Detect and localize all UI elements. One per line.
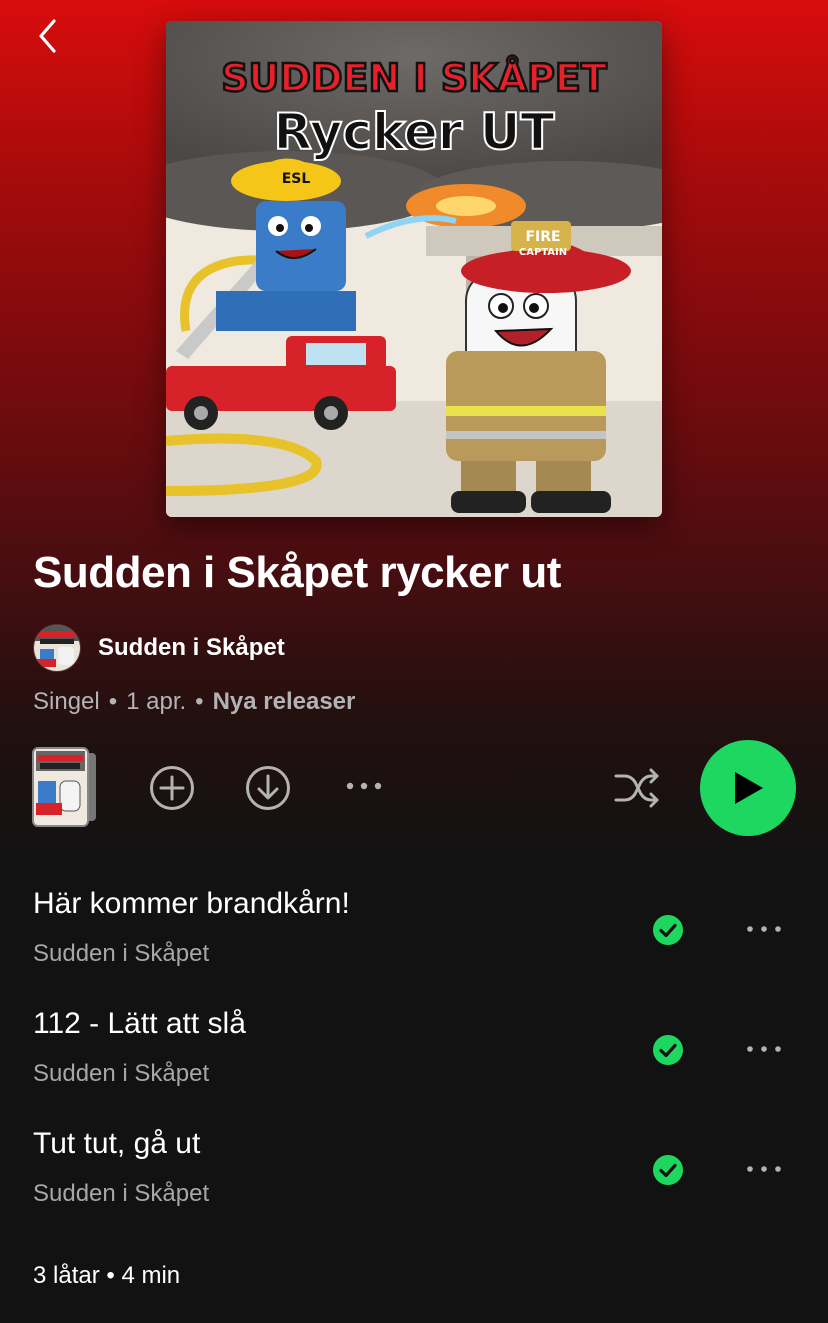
svg-text:Rycker UT: Rycker UT — [273, 103, 554, 161]
track-row[interactable]: 112 - Lätt att slå Sudden i Skåpet — [0, 1007, 828, 1117]
track-artist: Sudden i Skåpet — [33, 940, 210, 967]
plus-circle-icon — [150, 766, 194, 810]
artist-avatar — [33, 624, 81, 672]
track-row[interactable]: Tut tut, gå ut Sudden i Skåpet — [0, 1127, 828, 1237]
meta-separator: • — [108, 688, 118, 715]
track-artist: Sudden i Skåpet — [33, 1180, 210, 1207]
download-circle-icon — [246, 766, 290, 810]
release-type: Singel — [33, 688, 100, 715]
track-title: 112 - Lätt att slå — [33, 1007, 246, 1040]
release-date: 1 apr. — [126, 688, 187, 715]
action-bar — [0, 740, 828, 836]
track-more-button[interactable] — [736, 1029, 792, 1069]
more-horizontal-icon — [747, 1046, 781, 1052]
track-row[interactable]: Här kommer brandkårn! Sudden i Skåpet — [0, 887, 828, 997]
add-to-library-button[interactable] — [146, 762, 198, 814]
album-summary: 3 låtar • 4 min — [33, 1262, 181, 1289]
preview-cover-button[interactable] — [32, 747, 98, 827]
play-icon — [735, 772, 763, 804]
more-horizontal-icon — [747, 1166, 781, 1172]
more-horizontal-icon — [346, 782, 382, 790]
chevron-left-icon — [39, 19, 56, 53]
more-horizontal-icon — [747, 926, 781, 932]
album-title: Sudden i Skåpet rycker ut — [33, 548, 561, 597]
release-label[interactable]: Nya releaser — [213, 688, 356, 716]
track-more-button[interactable] — [736, 1149, 792, 1189]
svg-text:SUDDEN I SKÅPET: SUDDEN I SKÅPET — [221, 56, 607, 100]
check-circle-icon — [653, 915, 683, 945]
track-title: Tut tut, gå ut — [33, 1127, 201, 1160]
track-more-button[interactable] — [736, 909, 792, 949]
back-button[interactable] — [28, 14, 68, 58]
artist-name: Sudden i Skåpet — [98, 634, 285, 661]
play-button[interactable] — [700, 740, 796, 836]
album-cover: SUDDEN I SKÅPET Rycker UT ESL FIRE CAPTA… — [166, 21, 662, 517]
download-button[interactable] — [242, 762, 294, 814]
release-meta: Singel • 1 apr. • Nya releaser — [33, 688, 355, 716]
track-artist: Sudden i Skåpet — [33, 1060, 210, 1087]
svg-text:FIRE: FIRE — [525, 229, 560, 245]
meta-separator: • — [195, 688, 204, 715]
svg-text:CAPTAIN: CAPTAIN — [519, 247, 567, 258]
more-options-button[interactable] — [338, 766, 390, 806]
artist-link[interactable]: Sudden i Skåpet — [33, 624, 285, 672]
shuffle-button[interactable] — [608, 762, 666, 814]
check-circle-icon — [653, 1035, 683, 1065]
shuffle-icon — [614, 768, 659, 808]
check-circle-icon — [653, 1155, 683, 1185]
track-title: Här kommer brandkårn! — [33, 887, 350, 920]
svg-text:ESL: ESL — [282, 171, 311, 187]
